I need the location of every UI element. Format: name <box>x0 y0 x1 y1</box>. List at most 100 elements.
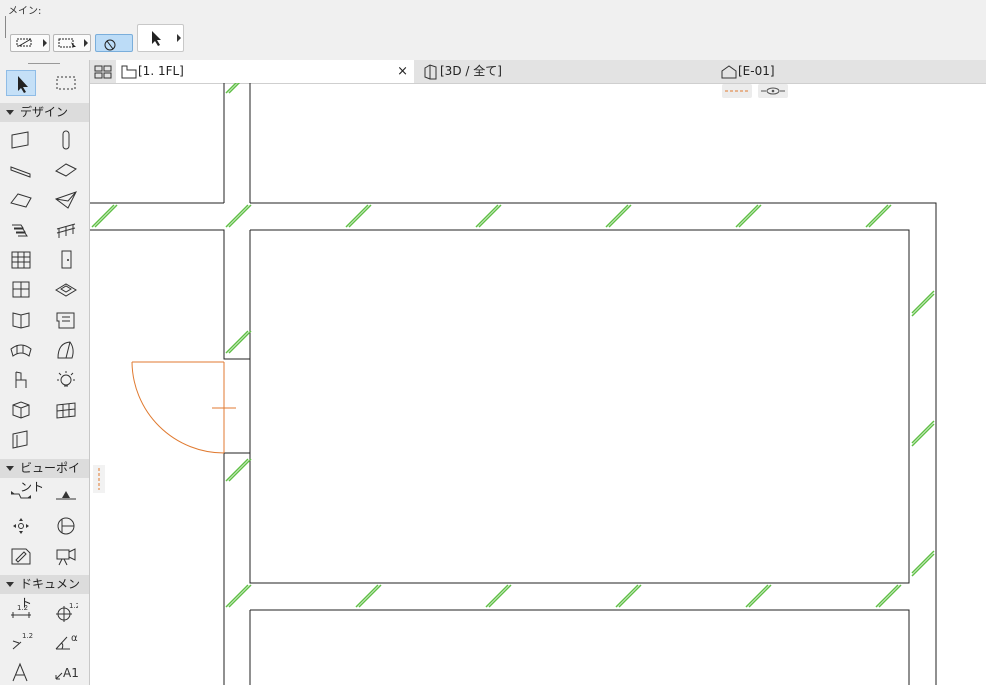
section-design[interactable]: デザイン <box>0 103 89 122</box>
tab-elevation[interactable]: [E-01] <box>716 60 986 83</box>
building-material-tool[interactable] <box>6 397 36 423</box>
marquee-icon <box>56 76 76 90</box>
visibility-button[interactable] <box>758 84 788 98</box>
window-tool[interactable] <box>6 277 36 303</box>
radial-dimension-tool[interactable]: 1.2 <box>6 629 36 655</box>
box-icon <box>12 401 30 419</box>
door-tool[interactable] <box>51 247 81 273</box>
dashed-line-icon <box>725 90 749 92</box>
panel-grid-icon <box>56 402 76 419</box>
section-viewpoint[interactable]: ビューポイント <box>0 459 89 494</box>
skylight-tool[interactable] <box>51 277 81 303</box>
svg-text:1.2: 1.2 <box>69 602 78 610</box>
door-swing-arc <box>131 361 236 454</box>
slab-tool[interactable] <box>51 157 81 183</box>
detail-tool[interactable] <box>6 543 36 569</box>
lamp-tool[interactable] <box>51 367 81 393</box>
tab-floor-plan[interactable]: [1. 1FL] × <box>116 60 414 83</box>
tab-3d[interactable]: [3D / 全て] <box>418 60 714 83</box>
interior-elevation-icon <box>13 518 29 534</box>
level-dimension-tool[interactable]: 1.2 <box>51 599 81 625</box>
snap-guide-icon <box>16 38 32 47</box>
morph-tool[interactable] <box>51 337 81 363</box>
opening-icon <box>12 430 28 449</box>
wall-tool[interactable] <box>6 127 36 153</box>
door-icon <box>61 250 72 269</box>
mesh-tool[interactable] <box>6 337 36 363</box>
view-tab-bar: [1. 1FL] × [3D / 全て] [E-01] <box>90 60 986 84</box>
door-symbol[interactable] <box>131 361 236 454</box>
mesh-icon <box>10 344 32 357</box>
level-dimension-icon: 1.2 <box>56 602 78 622</box>
arrow-cursor-icon <box>152 31 161 46</box>
furniture-tool[interactable] <box>6 367 36 393</box>
detail-icon <box>11 548 31 565</box>
camera-icon <box>56 548 76 566</box>
tab-overview[interactable] <box>90 60 116 83</box>
label-tool[interactable]: A1 <box>51 659 81 685</box>
railing-tool[interactable] <box>51 217 81 243</box>
dimension-icon: 1.2 <box>11 604 31 618</box>
curtain-wall-icon <box>11 251 31 269</box>
toolbar-grip[interactable] <box>5 16 6 38</box>
wall-lower-left <box>223 452 250 685</box>
camera-tool[interactable] <box>51 543 81 569</box>
snap-guide-button[interactable] <box>10 34 50 52</box>
interior-elevation-tool[interactable] <box>6 513 36 539</box>
dimension-tool[interactable]: 1.2 <box>6 599 36 625</box>
wall-hatch <box>91 83 935 608</box>
side-marker <box>93 465 105 493</box>
lamp-icon <box>57 371 75 387</box>
worksheet-tool[interactable] <box>51 513 81 539</box>
selection-mode-button[interactable] <box>53 34 91 52</box>
shell-tool[interactable] <box>51 187 81 213</box>
elevation-icon <box>721 65 737 79</box>
svg-text:1.2: 1.2 <box>22 632 33 640</box>
arrow-tool[interactable] <box>6 70 36 96</box>
angle-dimension-tool[interactable]: α <box>51 629 81 655</box>
3d-view-icon <box>424 64 437 80</box>
skylight-icon <box>55 283 77 297</box>
slab-icon <box>55 163 77 177</box>
marquee-tool[interactable] <box>51 70 81 96</box>
object-tool[interactable] <box>6 307 36 333</box>
marquee-icon <box>58 38 76 48</box>
section-design-label: デザイン <box>20 105 69 119</box>
roof-tool[interactable] <box>6 187 36 213</box>
railing-icon <box>56 223 76 238</box>
opening-tool[interactable] <box>6 427 36 453</box>
column-tool[interactable] <box>51 127 81 153</box>
curtain-wall-tool[interactable] <box>6 247 36 273</box>
svg-text:α: α <box>71 633 78 644</box>
room-outline <box>90 229 910 584</box>
wall-icon <box>11 131 29 149</box>
toolbox-grip[interactable] <box>28 63 60 64</box>
toolbar-title: メイン: <box>8 6 42 17</box>
room-lower-outline <box>249 609 910 685</box>
shell-icon <box>54 191 77 209</box>
beam-tool[interactable] <box>6 157 36 183</box>
section-document[interactable]: ドキュメント <box>0 575 89 610</box>
section-tool[interactable] <box>6 483 36 509</box>
elevation-tool[interactable] <box>51 483 81 509</box>
arrow-tool-button[interactable] <box>137 24 184 52</box>
beam-icon <box>10 166 31 178</box>
arrow-icon <box>18 76 28 93</box>
morph-icon <box>57 341 74 359</box>
zone-tool[interactable] <box>51 307 81 333</box>
label-icon: A1 <box>55 666 79 680</box>
zone-icon <box>56 312 75 329</box>
wall-outlines <box>90 83 937 685</box>
eye-icon <box>761 87 785 95</box>
main-toolbar: メイン: <box>0 0 986 61</box>
object-icon <box>12 312 30 329</box>
close-tab-icon[interactable]: × <box>397 60 408 83</box>
column-icon <box>62 130 70 150</box>
line-filter-button[interactable] <box>722 84 752 98</box>
text-tool[interactable] <box>6 659 36 685</box>
curtain-panel-tool[interactable] <box>51 397 81 423</box>
section-marker-icon <box>11 491 31 499</box>
magic-wand-button[interactable] <box>95 34 133 52</box>
stair-tool[interactable] <box>6 217 36 243</box>
floor-plan-canvas[interactable] <box>90 83 986 685</box>
